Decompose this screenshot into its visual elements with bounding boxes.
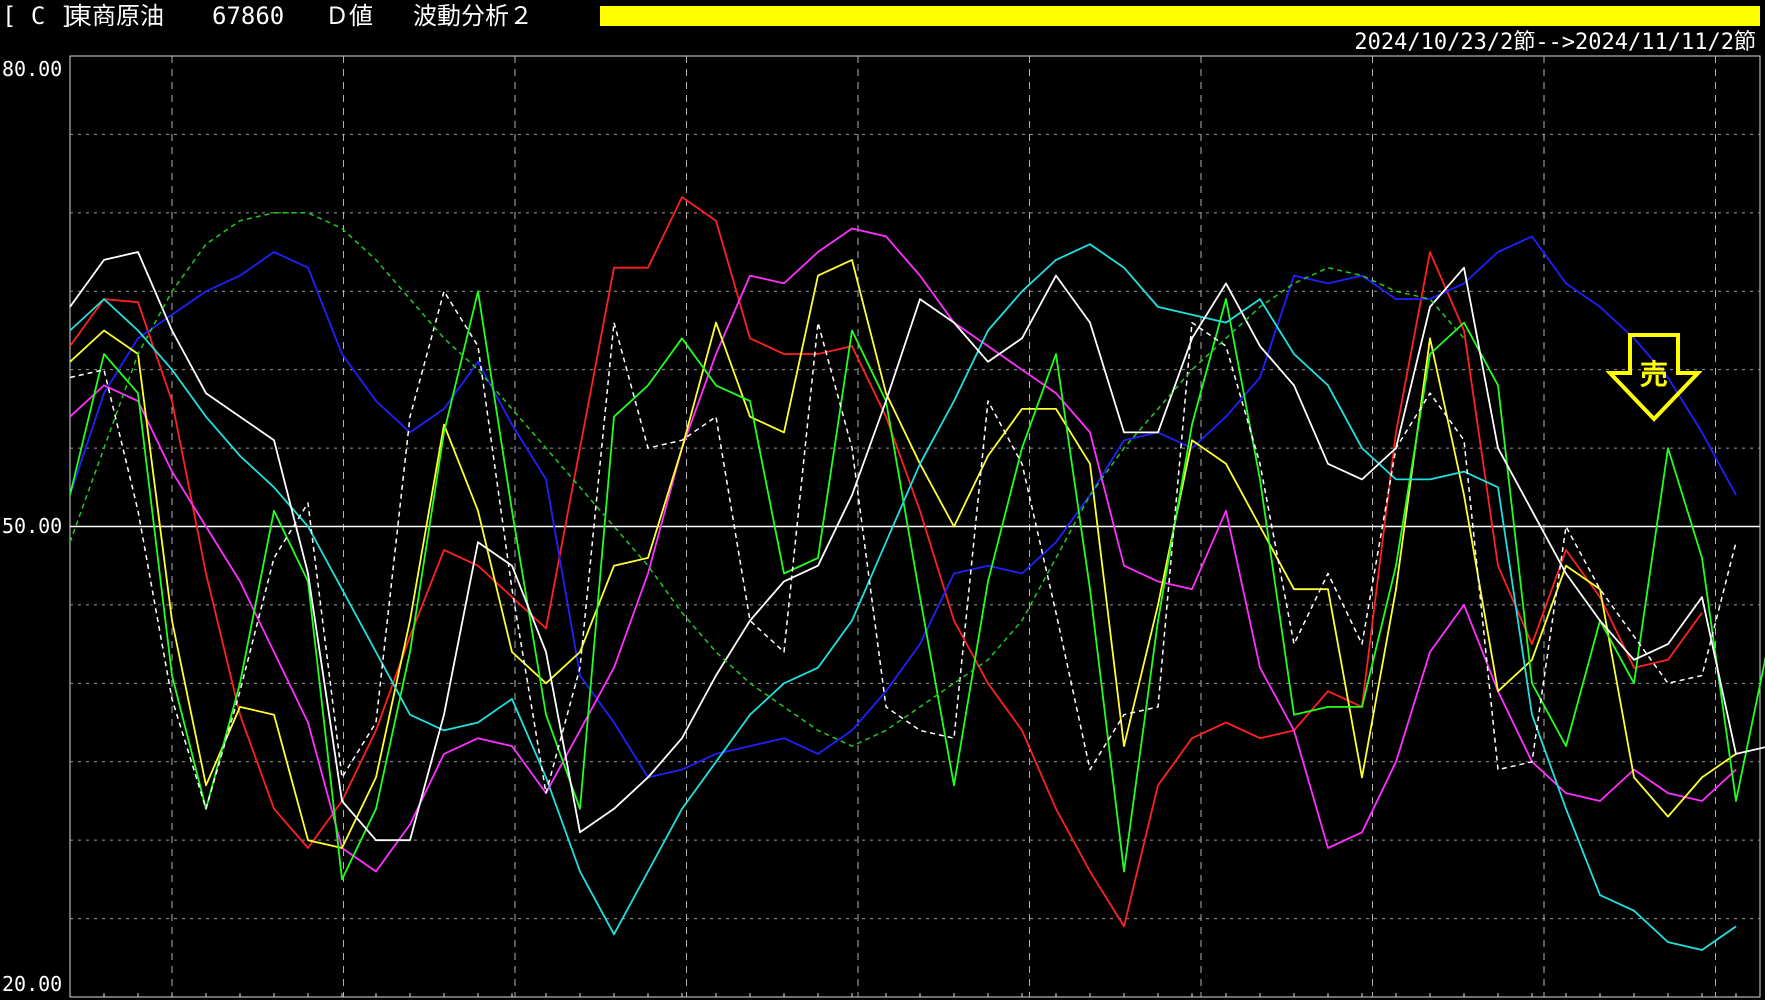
y-tick-label-mid: 50.00: [2, 514, 63, 538]
series-line-5: [69, 290, 1765, 881]
sell-signal-marker: 売: [1605, 333, 1703, 423]
y-tick-label-top: 80.00: [2, 57, 63, 81]
series-line-1: [69, 196, 1703, 928]
series-line-9: [69, 212, 1465, 747]
sell-label: 売: [1639, 358, 1668, 391]
series-line-7: [69, 251, 1765, 842]
wave-chart: [69, 55, 1765, 998]
y-tick-label-bottom: 20.00: [2, 972, 63, 996]
series-line-2: [69, 235, 1737, 779]
